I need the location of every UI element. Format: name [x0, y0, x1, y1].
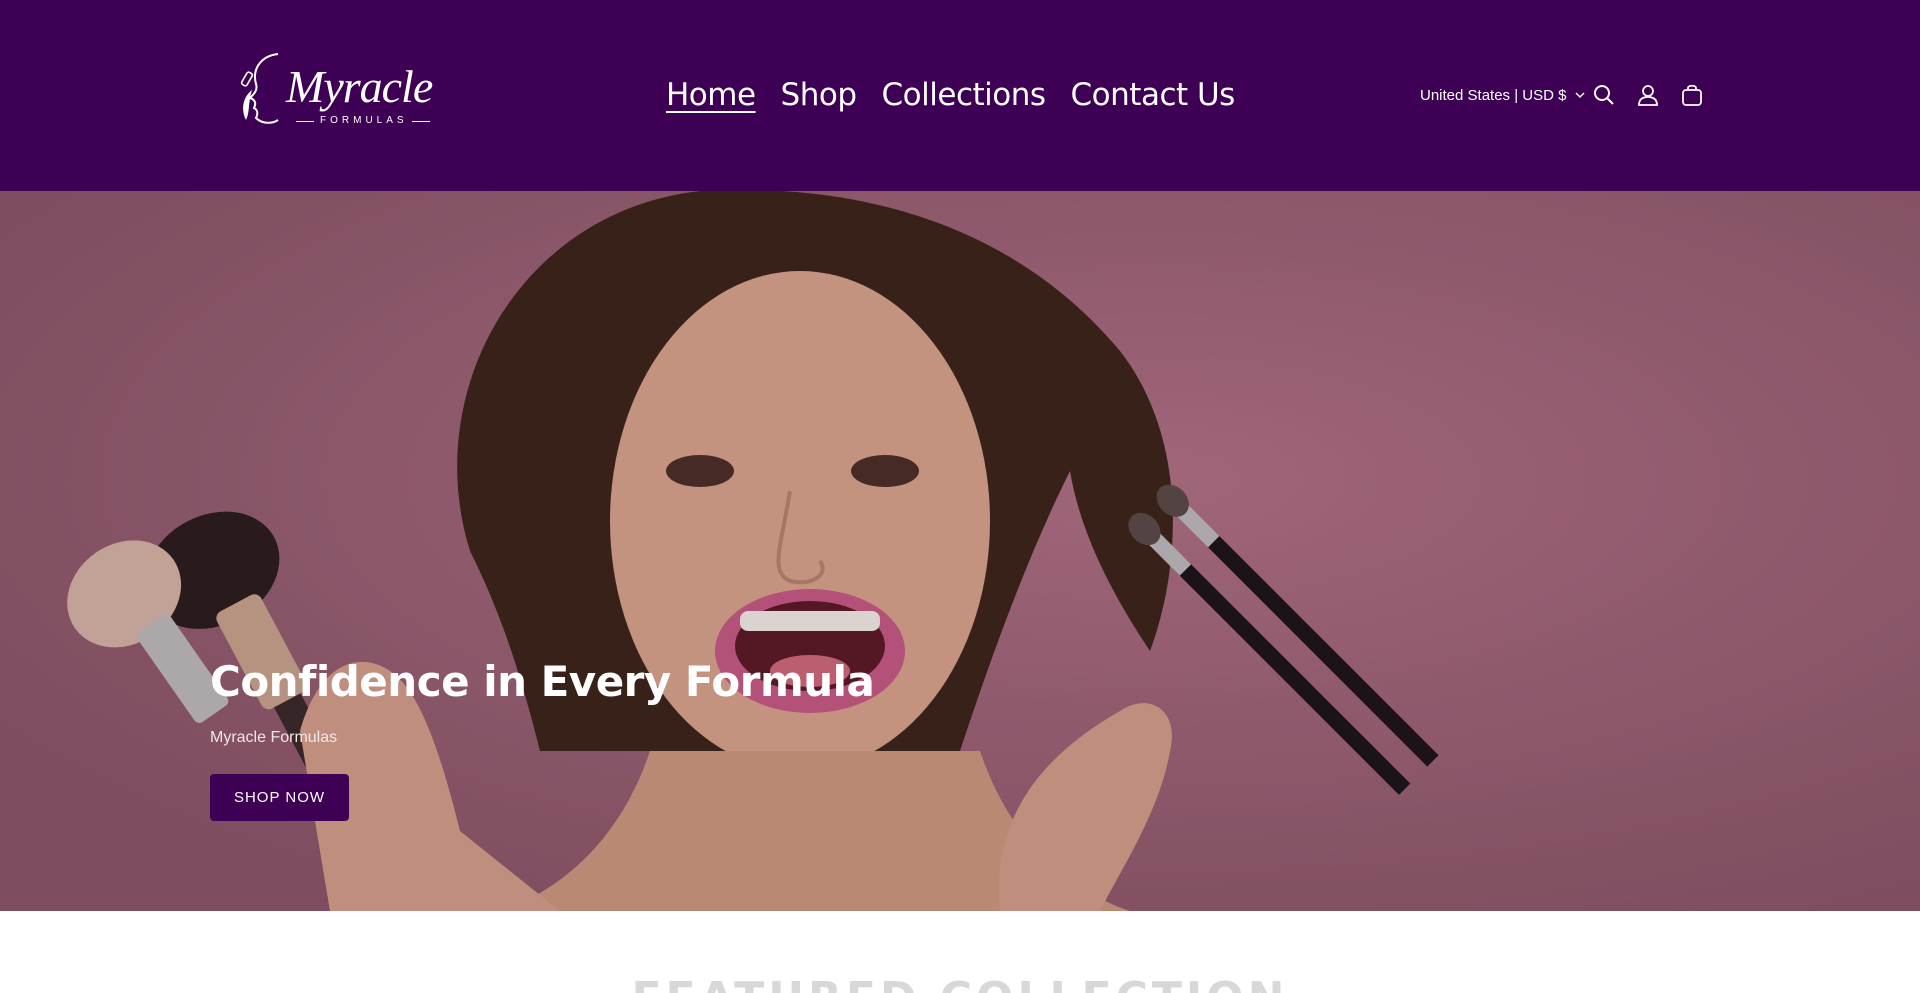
chevron-down-icon: [1575, 92, 1585, 99]
site-header: Myracle FORMULAS Home Shop Collections C…: [0, 0, 1920, 191]
logo-wordmark: Myracle: [286, 61, 433, 112]
hero-subtitle: Myracle Formulas: [210, 729, 338, 746]
search-icon: [1594, 85, 1614, 105]
account-button[interactable]: [1635, 82, 1661, 108]
country-currency-selector[interactable]: United States | USD $: [1420, 84, 1586, 106]
hero-title: Confidence in Every Formula: [210, 657, 875, 706]
shop-now-button[interactable]: SHOP NOW: [210, 774, 349, 821]
nav-item-collections[interactable]: Collections: [882, 77, 1047, 113]
nav-item-contact-us[interactable]: Contact Us: [1071, 77, 1236, 113]
featured-section: FEATURED COLLECTION: [0, 911, 1920, 993]
logo-subtitle: FORMULAS: [296, 115, 430, 126]
search-button[interactable]: [1591, 82, 1617, 108]
main-nav: Home Shop Collections Contact Us: [666, 70, 1260, 120]
nav-item-shop[interactable]: Shop: [781, 77, 857, 113]
section-heading: FEATURED COLLECTION: [0, 973, 1920, 993]
nav-item-home[interactable]: Home: [666, 77, 756, 113]
hero-banner: Confidence in Every Formula Myracle Form…: [0, 191, 1920, 911]
brand-logo[interactable]: Myracle FORMULAS: [238, 50, 433, 132]
cart-button[interactable]: [1679, 82, 1705, 108]
cart-icon: [1682, 84, 1702, 106]
account-icon: [1638, 85, 1658, 106]
locale-label: United States | USD $: [1420, 86, 1567, 104]
